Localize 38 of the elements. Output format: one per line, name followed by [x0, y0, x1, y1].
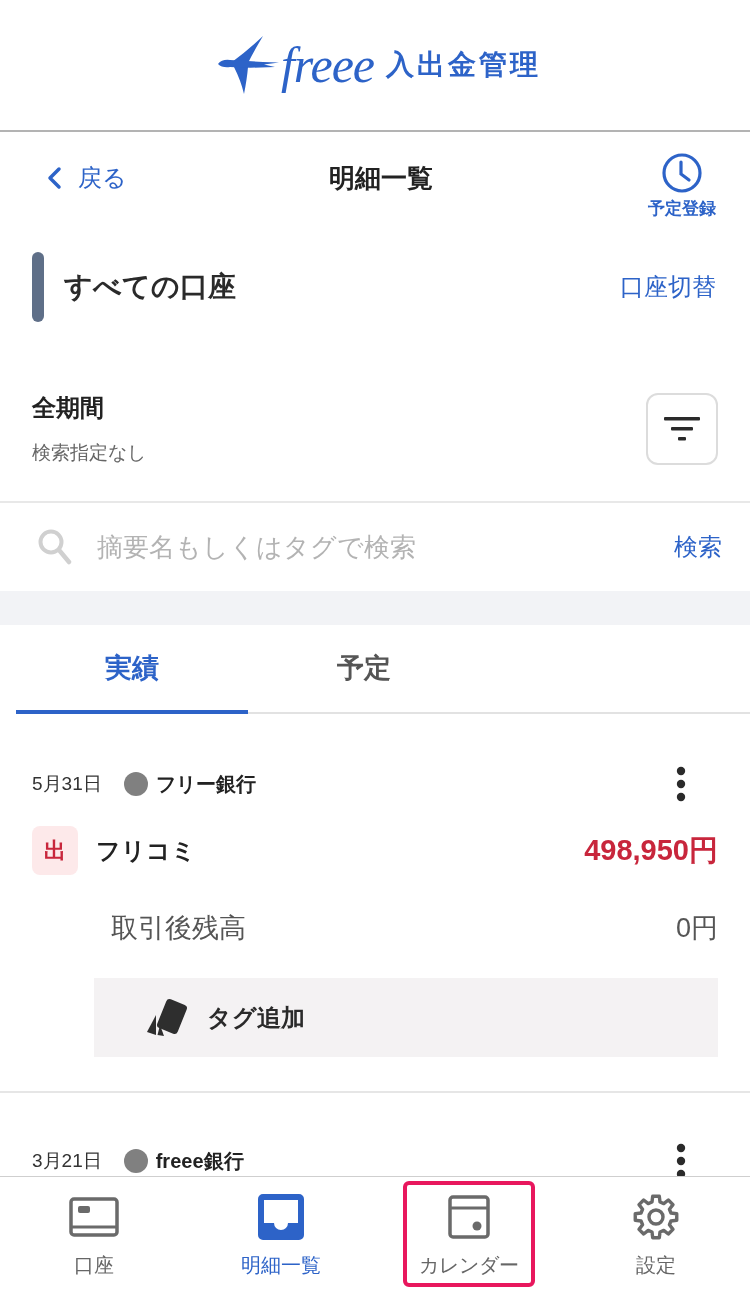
- balance-label: 取引後残高: [111, 912, 246, 945]
- transaction-description: フリコミ: [96, 835, 197, 866]
- tab[interactable]: 実績: [16, 625, 248, 714]
- page-title: 明細一覧: [329, 161, 433, 195]
- bank-name: freee銀行: [155, 1148, 245, 1174]
- clock-icon: [662, 152, 702, 193]
- card-icon: [68, 1197, 119, 1237]
- bank-name: フリー銀行: [155, 771, 257, 797]
- back-button[interactable]: 戻る: [46, 162, 127, 194]
- calendar-icon: [447, 1195, 490, 1239]
- filter-summary: 検索指定なし: [32, 441, 146, 465]
- transaction-date: 5月31日: [32, 772, 102, 796]
- account-color-bar: [32, 252, 44, 322]
- settings-icon: [632, 1193, 681, 1241]
- schedule-button[interactable]: 予定登録: [648, 152, 716, 220]
- transaction-date: 3月21日: [32, 1149, 102, 1173]
- kebab-menu-icon: [675, 766, 687, 802]
- direction-badge: 出: [32, 826, 78, 875]
- tab[interactable]: 予定: [248, 625, 480, 714]
- bird-logo-icon: [216, 35, 279, 95]
- switch-account-link[interactable]: 口座切替: [620, 271, 716, 303]
- search-icon: [38, 529, 72, 565]
- more-options-button[interactable]: [675, 766, 687, 802]
- period-title: 全期間: [32, 393, 105, 423]
- account-name: すべての口座: [64, 270, 237, 304]
- balance-value: 0円: [675, 912, 718, 945]
- more-options-button[interactable]: [675, 1143, 687, 1176]
- kebab-menu-icon: [675, 1143, 687, 1176]
- filter-icon: [664, 416, 700, 442]
- tab-bar-item[interactable]: カレンダー: [402, 1181, 535, 1287]
- search-button[interactable]: 検索: [674, 531, 722, 563]
- inbox-icon: [258, 1194, 305, 1240]
- add-tag-button[interactable]: タグ追加: [94, 978, 718, 1057]
- tag-icon: [145, 997, 189, 1038]
- transaction-amount: 498,950円: [584, 832, 718, 868]
- product-name: 入出金管理: [386, 48, 542, 82]
- chevron-left-icon: [46, 166, 62, 190]
- filter-button[interactable]: [646, 393, 718, 465]
